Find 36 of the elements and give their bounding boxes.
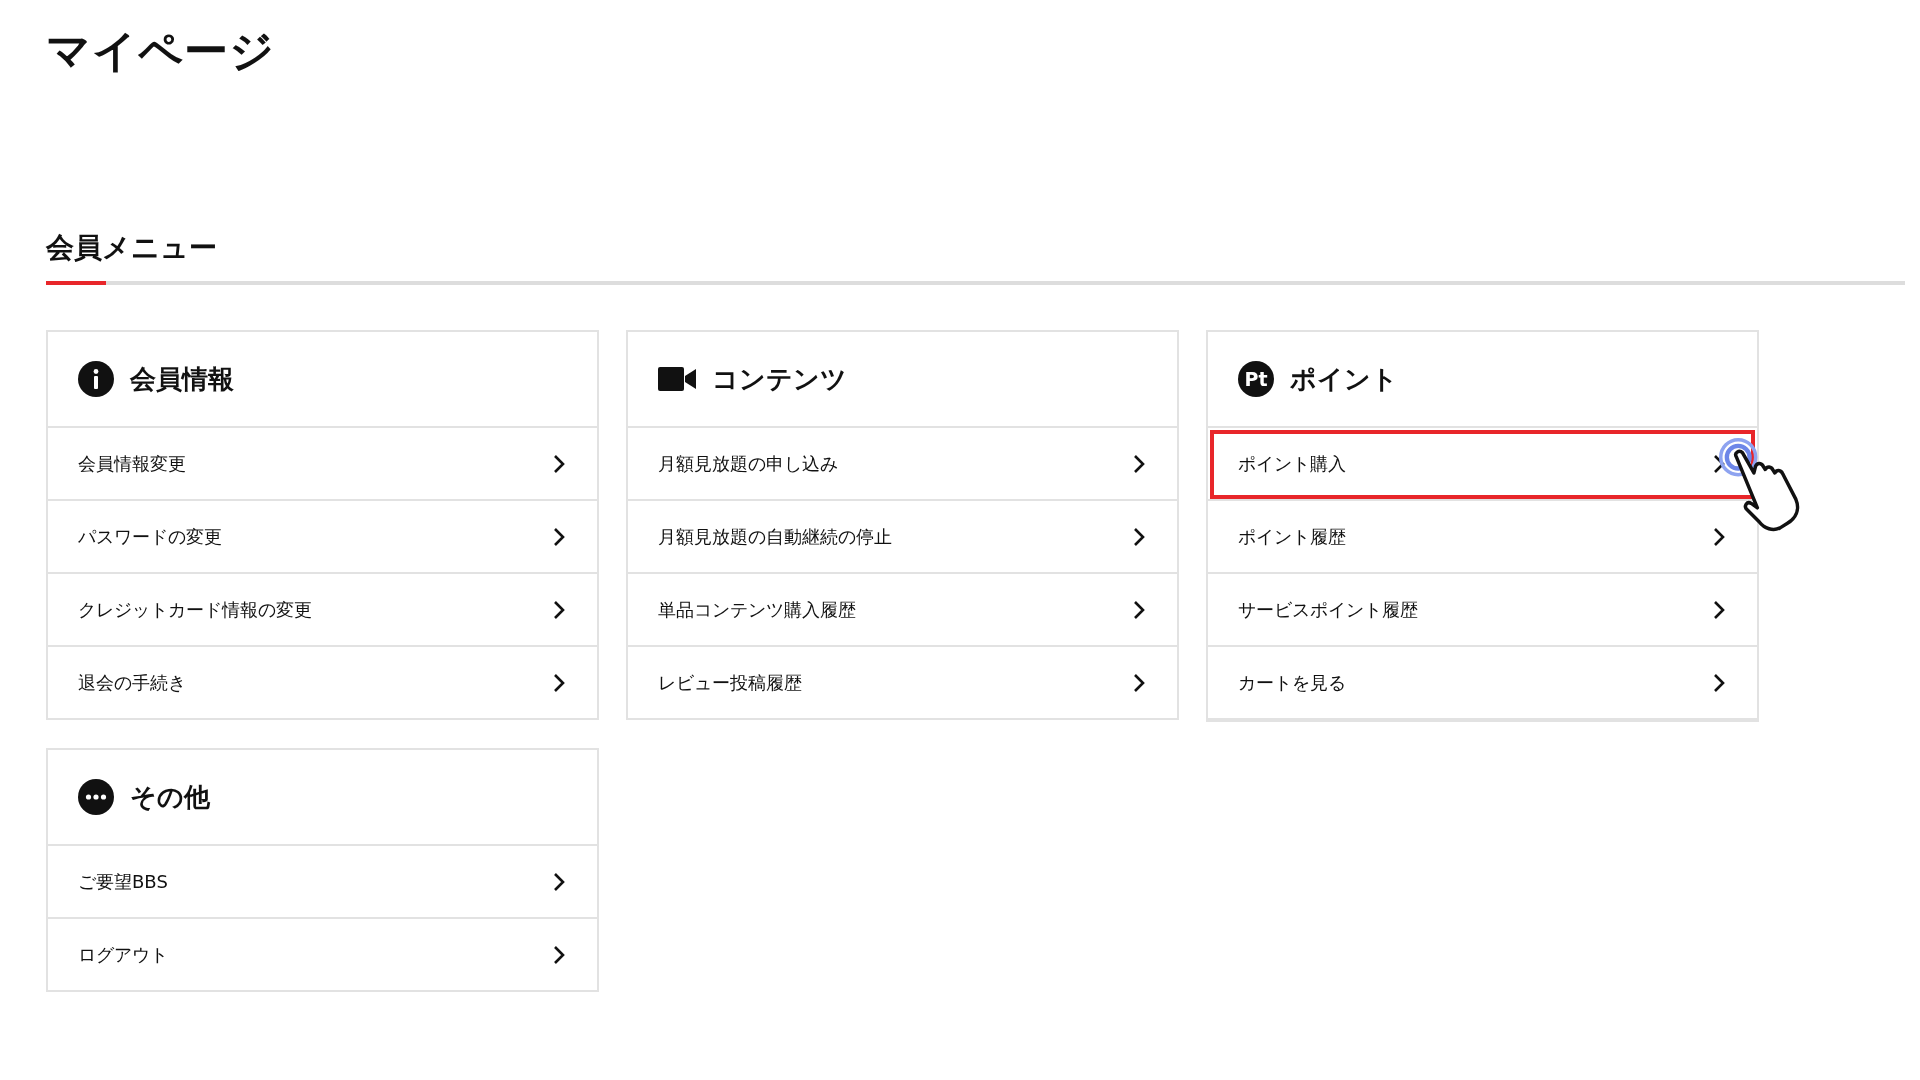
info-icon — [78, 361, 114, 397]
chevron-right-icon — [553, 526, 565, 547]
chevron-right-icon — [1133, 453, 1145, 474]
chevron-right-icon — [1713, 526, 1725, 547]
chevron-right-icon — [553, 453, 565, 474]
menu-item[interactable]: ポイント購入 — [1208, 428, 1757, 501]
points-badge-icon: Pt — [1238, 361, 1274, 397]
menu-item[interactable]: 月額見放題の自動継続の停止 — [628, 501, 1177, 574]
menu-item[interactable]: サービスポイント履歴 — [1208, 574, 1757, 647]
video-camera-icon — [658, 365, 696, 393]
card-title: コンテンツ — [712, 362, 847, 396]
chevron-right-icon — [553, 944, 565, 965]
menu-item[interactable]: パスワードの変更 — [48, 501, 597, 574]
page-title: マイページ — [46, 24, 276, 78]
chevron-right-icon — [553, 672, 565, 693]
chevron-right-icon — [1133, 599, 1145, 620]
menu-item[interactable]: 月額見放題の申し込み — [628, 428, 1177, 501]
card-title: その他 — [130, 780, 210, 814]
card-title: 会員情報 — [130, 362, 234, 396]
card-title: ポイント — [1290, 362, 1398, 396]
chevron-right-icon — [1713, 599, 1725, 620]
menu-item[interactable]: ログアウト — [48, 919, 597, 990]
chevron-right-icon — [1133, 526, 1145, 547]
chevron-right-icon — [553, 599, 565, 620]
more-icon — [78, 779, 114, 815]
menu-item[interactable]: カートを見る — [1208, 647, 1757, 720]
menu-item[interactable]: クレジットカード情報の変更 — [48, 574, 597, 647]
menu-item[interactable]: 単品コンテンツ購入履歴 — [628, 574, 1177, 647]
chevron-right-icon — [1133, 672, 1145, 693]
menu-item[interactable]: ご要望BBS — [48, 846, 597, 919]
section-heading: 会員メニュー — [46, 230, 218, 266]
menu-item[interactable]: 退会の手続き — [48, 647, 597, 718]
menu-item[interactable]: 会員情報変更 — [48, 428, 597, 501]
chevron-right-icon — [553, 871, 565, 892]
chevron-right-icon — [1713, 672, 1725, 693]
menu-item[interactable]: レビュー投稿履歴 — [628, 647, 1177, 718]
